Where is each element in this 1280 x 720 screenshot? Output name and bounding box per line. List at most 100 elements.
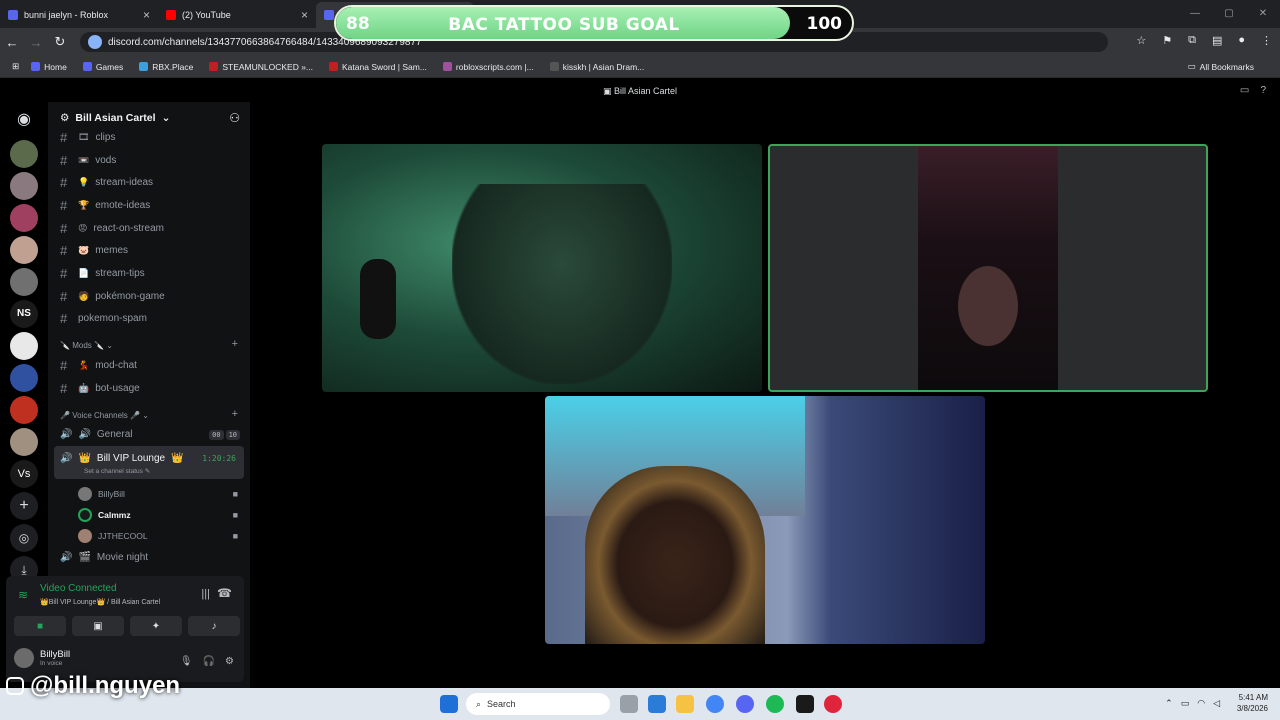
bookmark-item[interactable]: RBX.Place bbox=[139, 62, 193, 72]
server-icon[interactable] bbox=[10, 236, 38, 264]
server-icon[interactable] bbox=[10, 268, 38, 296]
channel-pokemon-game[interactable]: # 🧑 pokémon-game bbox=[48, 285, 250, 308]
tab-title: (2) YouTube bbox=[182, 10, 231, 20]
all-bookmarks[interactable]: ▭ All Bookmarks bbox=[1188, 61, 1254, 72]
voice-member[interactable]: JJTHECOOL ■ bbox=[48, 525, 250, 546]
close-tab-icon[interactable]: × bbox=[143, 8, 150, 22]
server-icon[interactable] bbox=[10, 172, 38, 200]
channel-emote-ideas[interactable]: # 🏆 emote-ideas bbox=[48, 194, 250, 217]
speaker-emoji-icon: 🔊 bbox=[78, 429, 91, 441]
headphones-icon[interactable]: 🎧 bbox=[203, 656, 215, 667]
channel-name: emote-ideas bbox=[95, 199, 151, 211]
bookmark-item[interactable]: Games bbox=[82, 61, 124, 72]
add-channel-icon[interactable]: + bbox=[232, 408, 238, 420]
channel-memes[interactable]: # 🐷 memes bbox=[48, 239, 250, 262]
app-icon[interactable] bbox=[796, 695, 814, 713]
discord-home-icon[interactable]: ◉ bbox=[10, 106, 38, 134]
add-server-icon[interactable]: + bbox=[10, 492, 38, 520]
settings-gear-icon[interactable]: ⚙ bbox=[225, 656, 234, 667]
server-icon[interactable] bbox=[10, 332, 38, 360]
voice-member[interactable]: Calmmz ■ bbox=[48, 504, 250, 525]
bookmark-item[interactable]: kisskh | Asian Dram... bbox=[549, 62, 644, 72]
channel-clips[interactable]: # 🎞 clips bbox=[48, 126, 250, 149]
minimize-icon[interactable]: — bbox=[1178, 0, 1212, 26]
server-icon[interactable] bbox=[10, 140, 38, 168]
add-channel-icon[interactable]: + bbox=[232, 338, 238, 350]
bookmark-label: Games bbox=[95, 61, 124, 72]
network-icon[interactable]: ▭ bbox=[1181, 698, 1190, 709]
channel-bot-usage[interactable]: # 🤖 bot-usage bbox=[48, 377, 250, 400]
channel-stream-ideas[interactable]: # 💡 stream-ideas bbox=[48, 171, 250, 194]
task-view-icon[interactable] bbox=[620, 695, 638, 713]
discord-taskbar-icon[interactable] bbox=[736, 695, 754, 713]
signal-icon[interactable]: ≋ bbox=[18, 588, 28, 602]
voice-member[interactable]: BillyBill ■ bbox=[48, 483, 250, 504]
chevron-up-icon[interactable]: ⌃ bbox=[1165, 698, 1173, 709]
forward-icon[interactable]: → bbox=[24, 35, 48, 50]
channel-status[interactable]: Set a channel status ✎ bbox=[54, 467, 244, 480]
invite-people-icon[interactable]: ⚇ bbox=[229, 111, 240, 125]
site-info-icon[interactable] bbox=[88, 35, 102, 49]
screen-share-button[interactable]: ▣ bbox=[72, 616, 124, 636]
user-area[interactable]: BillyBill In voice bbox=[14, 648, 70, 668]
store-icon[interactable] bbox=[648, 695, 666, 713]
side-panel-icon[interactable]: ▤ bbox=[1212, 34, 1222, 47]
server-icon[interactable] bbox=[10, 396, 38, 424]
back-icon[interactable]: ← bbox=[0, 35, 24, 50]
discover-icon[interactable]: ◎ bbox=[10, 524, 38, 552]
channel-pokemon-spam[interactable]: # pokemon-spam bbox=[48, 308, 250, 331]
hash-icon: # bbox=[60, 197, 68, 213]
menu-icon[interactable]: ⋮ bbox=[1261, 34, 1272, 47]
activities-button[interactable]: ✦ bbox=[130, 616, 182, 636]
bookmark-item[interactable]: Katana Sword | Sam... bbox=[329, 62, 427, 72]
channel-react-on-stream[interactable]: # 😡 react-on-stream bbox=[48, 217, 250, 240]
file-explorer-icon[interactable] bbox=[676, 695, 694, 713]
voice-channel-movie-night[interactable]: 🔊 🎬 Movie night bbox=[48, 546, 250, 569]
profile-icon[interactable]: ● bbox=[1238, 34, 1245, 47]
soundboard-button[interactable]: ♪ bbox=[188, 616, 240, 636]
channel-name: vods bbox=[95, 154, 117, 166]
extensions-puzzle-icon[interactable]: ⧉ bbox=[1188, 34, 1196, 47]
help-icon[interactable]: ? bbox=[1260, 85, 1266, 96]
video-tile[interactable] bbox=[545, 396, 985, 644]
video-tile-speaking[interactable] bbox=[768, 144, 1208, 392]
close-window-icon[interactable]: ✕ bbox=[1246, 0, 1280, 26]
spotify-icon[interactable] bbox=[766, 695, 784, 713]
clock[interactable]: 5:41 AM 3/8/2026 bbox=[1237, 692, 1268, 714]
channel-vods[interactable]: # 📼 vods bbox=[48, 149, 250, 172]
microphone-icon[interactable]: 🎙 bbox=[180, 656, 193, 667]
disconnect-icon[interactable]: ☎ bbox=[217, 586, 232, 600]
bookmark-star-icon[interactable]: ☆ bbox=[1136, 34, 1146, 47]
channel-stream-tips[interactable]: # 📄 stream-tips bbox=[48, 262, 250, 285]
opera-icon[interactable] bbox=[824, 695, 842, 713]
extension-icon[interactable]: ⚑ bbox=[1162, 34, 1172, 47]
browser-tab[interactable]: (2) YouTube × bbox=[158, 2, 316, 28]
wifi-icon[interactable]: ◠ bbox=[1197, 698, 1205, 709]
server-icon[interactable] bbox=[10, 364, 38, 392]
maximize-icon[interactable]: ▢ bbox=[1212, 0, 1246, 26]
bookmark-item[interactable]: Home bbox=[31, 62, 67, 72]
server-icon-vs[interactable]: Vs bbox=[10, 460, 38, 488]
server-icon[interactable] bbox=[10, 428, 38, 456]
noise-suppression-icon[interactable]: ||| bbox=[201, 588, 210, 600]
reload-icon[interactable]: ↻ bbox=[48, 34, 72, 50]
voice-channel-general[interactable]: 🔊 🔊 General 00 10 bbox=[48, 424, 250, 447]
bookmark-item[interactable]: STEAMUNLOCKED »... bbox=[209, 62, 313, 72]
volume-icon[interactable]: ◁ bbox=[1213, 698, 1220, 709]
server-icon[interactable] bbox=[10, 204, 38, 232]
camera-toggle-button[interactable]: ■ bbox=[14, 616, 66, 636]
bookmark-item[interactable]: robloxscripts.com |... bbox=[442, 62, 534, 72]
category-mods[interactable]: 🔪 Mods 🔪 ⌄ + bbox=[48, 330, 250, 354]
apps-grid-icon[interactable]: ⊞ bbox=[12, 61, 19, 72]
video-tile[interactable] bbox=[322, 144, 762, 392]
taskbar-search[interactable]: ⌕ Search bbox=[466, 693, 610, 715]
inbox-icon[interactable]: ▭ bbox=[1240, 85, 1249, 96]
chrome-icon[interactable] bbox=[706, 695, 724, 713]
category-voice[interactable]: 🎤 Voice Channels 🎤 ⌄ + bbox=[48, 400, 250, 424]
server-icon-ns[interactable]: NS bbox=[10, 300, 38, 328]
close-tab-icon[interactable]: × bbox=[301, 8, 308, 22]
camera-icon: ■ bbox=[232, 530, 238, 541]
browser-tab[interactable]: bunni jaelyn - Roblox × bbox=[0, 2, 158, 28]
windows-start-icon[interactable] bbox=[440, 695, 458, 713]
channel-mod-chat[interactable]: # 💃 mod-chat bbox=[48, 354, 250, 377]
